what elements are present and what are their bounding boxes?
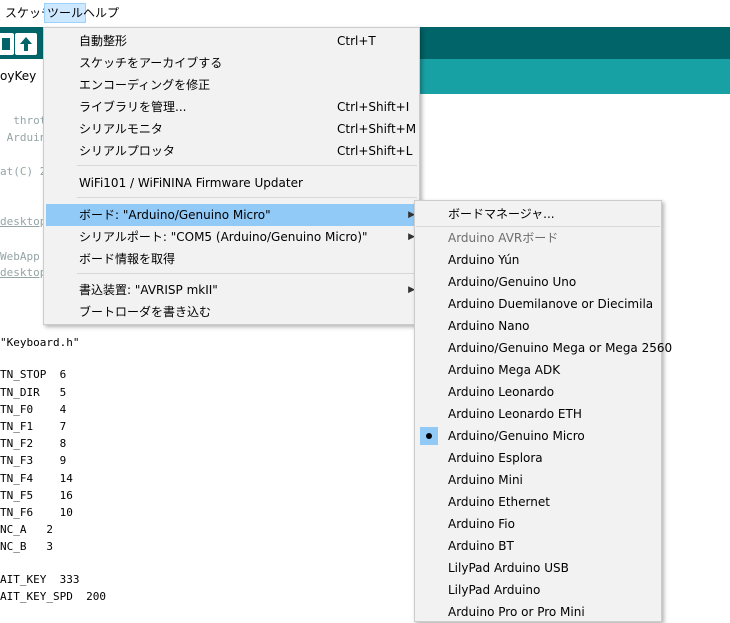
board-option[interactable]: LilyPad Arduino bbox=[416, 579, 660, 601]
code-line: Arduin bbox=[0, 131, 47, 144]
menu-item-board-info[interactable]: ボード情報を取得 bbox=[46, 248, 417, 270]
menu-item-archive-sketch[interactable]: スケッチをアーカイブする bbox=[46, 52, 417, 74]
code-line: AIT_KEY_SPD 200 bbox=[0, 590, 106, 603]
save-button[interactable] bbox=[15, 33, 37, 55]
menu-item-manage-libraries[interactable]: ライブラリを管理... Ctrl+Shift+I bbox=[46, 96, 417, 118]
board-option[interactable]: Arduino Mini bbox=[416, 469, 660, 491]
menu-item-auto-format[interactable]: 自動整形 Ctrl+T bbox=[46, 30, 417, 52]
board-option[interactable]: Arduino BT bbox=[416, 535, 660, 557]
new-file-icon bbox=[2, 38, 10, 50]
menu-item-fix-encoding[interactable]: エンコーディングを修正 bbox=[46, 74, 417, 96]
board-option-selected[interactable]: Arduino/Genuino Micro bbox=[416, 425, 660, 447]
board-option[interactable]: Arduino Leonardo bbox=[416, 381, 660, 403]
code-line: NC_B 3 bbox=[0, 540, 53, 553]
board-submenu: ボードマネージャ... Arduino AVRボード Arduino Yún A… bbox=[414, 200, 672, 623]
menu-item-firmware-updater[interactable]: WiFi101 / WiFiNINA Firmware Updater bbox=[46, 172, 417, 194]
board-option[interactable]: Arduino/Genuino Mega or Mega 2560 bbox=[416, 337, 672, 359]
code-line: TN_F4 14 bbox=[0, 472, 73, 485]
code-line: at(C) 2 bbox=[0, 165, 47, 178]
menu-item-serial-port[interactable]: シリアルポート: "COM5 (Arduino/Genuino Micro)" … bbox=[46, 226, 417, 248]
code-line: TN_F6 10 bbox=[0, 506, 73, 519]
code-line: TN_STOP 6 bbox=[0, 368, 67, 381]
menu-help[interactable]: ヘルプ bbox=[81, 4, 121, 22]
shortcut: Ctrl+Shift+M bbox=[337, 122, 417, 136]
board-option[interactable]: Arduino Nano bbox=[416, 315, 660, 337]
code-line: TN_F3 9 bbox=[0, 454, 67, 467]
menu-item-burn-bootloader[interactable]: ブートローダを書き込む bbox=[46, 301, 417, 323]
menu-separator bbox=[77, 165, 417, 166]
shortcut: Ctrl+T bbox=[337, 34, 376, 48]
board-option[interactable]: Arduino Duemilanove or Diecimila bbox=[416, 293, 660, 315]
shortcut: Ctrl+Shift+I bbox=[337, 100, 410, 114]
sketch-tab[interactable]: oyKey bbox=[0, 59, 44, 94]
board-group-header: Arduino AVRボード bbox=[448, 231, 559, 245]
board-option[interactable]: LilyPad Arduino USB bbox=[416, 557, 660, 579]
board-option[interactable]: Arduino Mega ADK bbox=[416, 359, 660, 381]
menu-item-programmer[interactable]: 書込装置: "AVRISP mkII" ▶ bbox=[46, 279, 417, 301]
radio-selected-icon bbox=[420, 427, 438, 445]
code-line: desktop bbox=[0, 266, 47, 279]
code-line: NC_A 2 bbox=[0, 523, 53, 536]
code-line: throt bbox=[0, 114, 47, 127]
shortcut: Ctrl+Shift+L bbox=[337, 144, 413, 158]
code-line: WebApp bbox=[0, 250, 40, 263]
menu-tools[interactable]: ツール bbox=[44, 3, 87, 23]
board-option[interactable]: Arduino/Genuino Uno bbox=[416, 271, 660, 293]
board-option[interactable]: Arduino Pro or Pro Mini bbox=[416, 601, 660, 623]
menu-separator bbox=[77, 273, 417, 274]
code-line: TN_F2 8 bbox=[0, 437, 67, 450]
tools-menu: 自動整形 Ctrl+T スケッチをアーカイブする エンコーディングを修正 ライブ… bbox=[43, 27, 420, 325]
code-line: desktop bbox=[0, 215, 47, 228]
board-option[interactable]: Arduino Yún bbox=[416, 249, 660, 271]
menu-item-serial-plotter[interactable]: シリアルプロッタ Ctrl+Shift+L bbox=[46, 140, 417, 162]
code-line: TN_F1 7 bbox=[0, 420, 67, 433]
new-sketch-button[interactable] bbox=[0, 33, 14, 55]
code-line: TN_DIR 5 bbox=[0, 386, 67, 399]
code-line: AIT_KEY 333 bbox=[0, 573, 80, 586]
code-line: "Keyboard.h" bbox=[0, 336, 80, 349]
board-option[interactable]: Arduino Fio bbox=[416, 513, 660, 535]
board-option[interactable]: Arduino Ethernet bbox=[416, 491, 660, 513]
menu-item-board[interactable]: ボード: "Arduino/Genuino Micro" ▶ bbox=[46, 204, 417, 226]
code-line: TN_F5 16 bbox=[0, 489, 73, 502]
board-option[interactable]: Arduino Leonardo ETH bbox=[416, 403, 660, 425]
menu-item-boards-manager[interactable]: ボードマネージャ... bbox=[416, 203, 660, 225]
board-option[interactable]: Arduino Esplora bbox=[416, 447, 660, 469]
sketch-tab-label: oyKey bbox=[0, 69, 37, 83]
menu-separator bbox=[77, 197, 417, 198]
menu-bar: スケッチ ツール ヘルプ bbox=[0, 0, 730, 26]
upload-arrow-icon bbox=[20, 37, 32, 51]
code-line: TN_F0 4 bbox=[0, 403, 67, 416]
menu-item-serial-monitor[interactable]: シリアルモニタ Ctrl+Shift+M bbox=[46, 118, 417, 140]
